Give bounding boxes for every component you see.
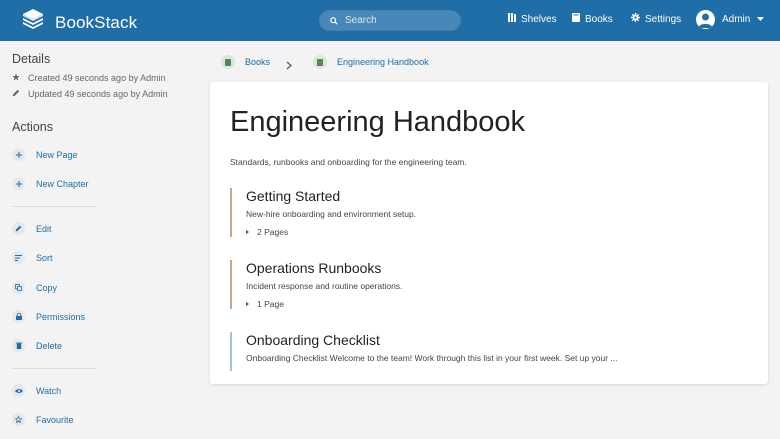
pencil-icon [12, 222, 25, 235]
created-meta: Created 49 seconds ago by Admin [12, 73, 166, 83]
logo-icon [20, 8, 46, 37]
star-icon [12, 413, 25, 426]
caret-right-icon [246, 302, 249, 306]
eye-icon [12, 384, 25, 397]
pencil-icon [12, 89, 20, 99]
nav-shelves[interactable]: Shelves [508, 13, 557, 25]
user-name: Admin [722, 14, 751, 25]
delete-action[interactable]: Delete [12, 339, 62, 352]
permissions-label: Permissions [36, 311, 86, 322]
gear-icon [631, 13, 640, 25]
nav-settings[interactable]: Settings [631, 13, 681, 25]
chapter-item[interactable]: Getting Started New-hire onboarding and … [230, 188, 750, 237]
new-chapter-action[interactable]: New Chapter [12, 177, 89, 190]
updated-meta: Updated 49 seconds ago by Admin [12, 89, 168, 99]
new-page-label: New Page [36, 149, 78, 160]
books-icon [221, 55, 235, 69]
top-header: BookStack Shelves Books Settings Admin [0, 0, 780, 41]
search-box[interactable] [319, 10, 461, 31]
app-name: BookStack [55, 12, 138, 32]
book-description: Standards, runbooks and onboarding for t… [230, 157, 467, 167]
watch-label: Watch [36, 385, 62, 396]
sort-icon [12, 251, 25, 264]
updated-text: Updated 49 seconds ago by Admin [28, 89, 168, 99]
copy-action[interactable]: Copy [12, 281, 57, 294]
chapter-title[interactable]: Operations Runbooks [246, 260, 750, 276]
nav-shelves-label: Shelves [521, 13, 557, 25]
actions-divider [12, 206, 96, 207]
chapter-pages-toggle[interactable]: 1 Page [246, 299, 750, 309]
details-title: Details [12, 52, 51, 66]
new-page-action[interactable]: New Page [12, 148, 78, 161]
chapter-title[interactable]: Getting Started [246, 188, 750, 204]
actions-title: Actions [12, 120, 53, 134]
chevron-right-icon [286, 57, 292, 75]
chapter-pages-toggle[interactable]: 2 Pages [246, 227, 750, 237]
book-content-card: Engineering Handbook Standards, runbooks… [210, 82, 768, 384]
chapter-description: Incident response and routine operations… [246, 281, 403, 291]
chapter-page-count: 2 Pages [257, 227, 289, 237]
chapter-item[interactable]: Operations Runbooks Incident response an… [230, 260, 750, 309]
sort-label: Sort [36, 252, 53, 263]
favourite-label: Favourite [36, 414, 74, 425]
copy-label: Copy [36, 282, 58, 293]
permissions-action[interactable]: Permissions [12, 310, 85, 323]
created-text: Created 49 seconds ago by Admin [28, 73, 166, 83]
nav-books[interactable]: Books [572, 13, 613, 25]
user-menu[interactable]: Admin [696, 10, 765, 29]
delete-label: Delete [36, 340, 63, 351]
caret-down-icon [757, 14, 765, 25]
actions-divider [12, 368, 96, 369]
page-title[interactable]: Onboarding Checklist [246, 332, 750, 348]
nav-books-label: Books [585, 13, 613, 25]
breadcrumb-books-label: Books [245, 57, 271, 67]
trash-icon [12, 339, 25, 352]
favourite-action[interactable]: Favourite [12, 413, 74, 426]
avatar [696, 10, 715, 29]
watch-action[interactable]: Watch [12, 384, 61, 397]
plus-icon [12, 148, 25, 161]
app-logo[interactable]: BookStack [20, 8, 137, 37]
new-chapter-label: New Chapter [36, 178, 89, 189]
lock-icon [12, 310, 25, 323]
chapter-page-count: 1 Page [257, 299, 284, 309]
shelves-icon [508, 13, 516, 25]
book-title: Engineering Handbook [230, 106, 526, 138]
plus-icon [12, 177, 25, 190]
edit-action[interactable]: Edit [12, 222, 52, 235]
book-icon [313, 55, 327, 69]
copy-icon [12, 281, 25, 294]
edit-label: Edit [36, 223, 52, 234]
breadcrumb-books[interactable]: Books [221, 55, 270, 69]
chapter-description: New-hire onboarding and environment setu… [246, 209, 417, 219]
search-icon [330, 12, 338, 30]
book-icon [572, 13, 580, 25]
nav-settings-label: Settings [645, 13, 682, 25]
sort-action[interactable]: Sort [12, 251, 53, 264]
page-item[interactable]: Onboarding Checklist Onboarding Checklis… [230, 332, 750, 371]
star-icon [12, 73, 20, 83]
page-excerpt: Onboarding Checklist Welcome to the team… [246, 353, 618, 363]
breadcrumb-current-label: Engineering Handbook [337, 57, 429, 67]
breadcrumb-current[interactable]: Engineering Handbook [313, 55, 429, 69]
left-sidebar: Details Created 49 seconds ago by Admin … [0, 41, 200, 439]
search-input[interactable] [345, 15, 445, 26]
caret-right-icon [246, 230, 249, 234]
